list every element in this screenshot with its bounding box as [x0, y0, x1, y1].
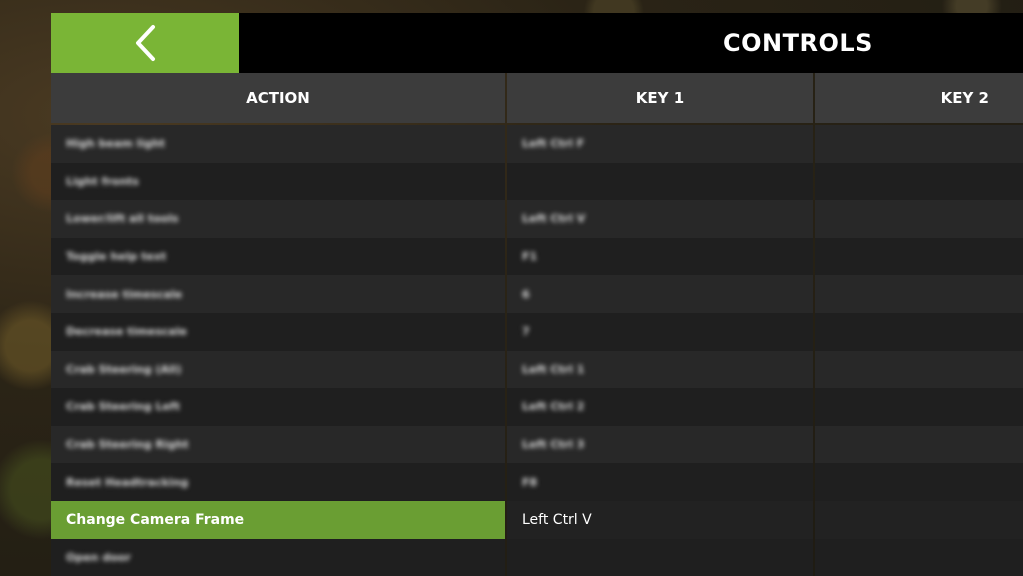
table-row[interactable]: Light fronts: [51, 162, 1023, 201]
page-title: CONTROLS: [723, 29, 873, 57]
key1-cell[interactable]: [507, 538, 813, 576]
key2-cell[interactable]: [815, 125, 1023, 163]
key2-cell[interactable]: [815, 425, 1023, 464]
action-cell[interactable]: Decrease timescale: [51, 312, 505, 351]
column-header-action: ACTION: [51, 73, 505, 123]
key1-cell[interactable]: F1: [507, 237, 813, 276]
key2-cell[interactable]: [815, 162, 1023, 201]
key1-label: Left Ctrl 2: [522, 400, 585, 414]
column-header-key2: KEY 2: [815, 73, 1023, 123]
action-label: Lower/lift all tools: [66, 212, 179, 226]
action-label: Light fronts: [66, 174, 139, 188]
key1-label: F8: [522, 475, 538, 489]
chevron-left-icon: [136, 25, 155, 61]
key2-cell[interactable]: [815, 237, 1023, 276]
action-cell[interactable]: Crab Steering Right: [51, 425, 505, 464]
action-cell[interactable]: Crab Steering (All): [51, 350, 505, 389]
table-row[interactable]: Lower/lift all tools Left Ctrl V: [51, 200, 1023, 238]
key1-cell[interactable]: 7: [507, 312, 813, 351]
action-cell[interactable]: Light fronts: [51, 162, 505, 201]
action-label: Crab Steering Left: [66, 400, 180, 414]
action-label: Toggle help text: [66, 250, 167, 264]
table-row[interactable]: Decrease timescale 7: [51, 312, 1023, 351]
action-label: Change Camera Frame: [66, 511, 245, 528]
action-cell[interactable]: Toggle help text: [51, 237, 505, 276]
key2-cell[interactable]: [815, 350, 1023, 389]
table-row[interactable]: Increase timescale 6: [51, 275, 1023, 313]
table-row[interactable]: Crab Steering Left Left Ctrl 2: [51, 388, 1023, 426]
action-cell[interactable]: Increase timescale: [51, 275, 505, 313]
action-label: Crab Steering (All): [66, 362, 182, 376]
action-label: Reset Headtracking: [66, 475, 189, 489]
key1-cell[interactable]: Left Ctrl V: [507, 500, 813, 539]
action-cell[interactable]: Reset Headtracking: [51, 463, 505, 501]
action-cell[interactable]: Open door: [51, 538, 505, 576]
action-label: High beam light: [66, 137, 166, 151]
key2-cell[interactable]: [815, 200, 1023, 238]
table-row[interactable]: Crab Steering Right Left Ctrl 3: [51, 425, 1023, 464]
top-bar: CONTROLS: [51, 13, 1023, 73]
key2-cell[interactable]: [815, 275, 1023, 313]
key1-label: 7: [522, 325, 530, 339]
table-row[interactable]: High beam light Left Ctrl F: [51, 125, 1023, 163]
key1-label: F1: [522, 250, 538, 264]
key2-cell[interactable]: [815, 463, 1023, 501]
action-label: Increase timescale: [66, 287, 183, 301]
key2-cell[interactable]: [815, 388, 1023, 426]
key1-cell[interactable]: Left Ctrl F: [507, 125, 813, 163]
key2-cell[interactable]: [815, 538, 1023, 576]
table-header: ACTION KEY 1 KEY 2: [51, 73, 1023, 123]
key1-label: Left Ctrl 3: [522, 438, 585, 452]
action-cell[interactable]: Lower/lift all tools: [51, 200, 505, 238]
controls-panel: CONTROLS ACTION KEY 1 KEY 2 High beam li…: [51, 13, 1023, 576]
back-button[interactable]: [51, 13, 239, 73]
key2-cell[interactable]: [815, 312, 1023, 351]
key1-label: 6: [522, 287, 530, 301]
key1-label: Left Ctrl V: [522, 212, 586, 226]
key1-label: Left Ctrl 1: [522, 362, 585, 376]
key1-cell[interactable]: Left Ctrl 3: [507, 425, 813, 464]
table-row[interactable]: Reset Headtracking F8: [51, 463, 1023, 501]
key1-cell[interactable]: 6: [507, 275, 813, 313]
table-row-selected[interactable]: Change Camera Frame Left Ctrl V: [51, 500, 1023, 539]
controls-table: High beam light Left Ctrl F Light fronts…: [51, 125, 1023, 576]
key2-cell[interactable]: [815, 500, 1023, 539]
column-header-key1: KEY 1: [507, 73, 813, 123]
key1-cell[interactable]: [507, 162, 813, 201]
key1-cell[interactable]: Left Ctrl V: [507, 200, 813, 238]
table-row[interactable]: Open door: [51, 538, 1023, 576]
action-cell[interactable]: Change Camera Frame: [51, 500, 505, 539]
key1-label: Left Ctrl V: [522, 511, 592, 528]
action-label: Open door: [66, 550, 131, 564]
key1-cell[interactable]: F8: [507, 463, 813, 501]
action-cell[interactable]: High beam light: [51, 125, 505, 163]
table-row[interactable]: Crab Steering (All) Left Ctrl 1: [51, 350, 1023, 389]
action-cell[interactable]: Crab Steering Left: [51, 388, 505, 426]
action-label: Decrease timescale: [66, 325, 187, 339]
action-label: Crab Steering Right: [66, 438, 189, 452]
table-row[interactable]: Toggle help text F1: [51, 237, 1023, 276]
key1-label: Left Ctrl F: [522, 137, 585, 151]
key1-cell[interactable]: Left Ctrl 1: [507, 350, 813, 389]
key1-cell[interactable]: Left Ctrl 2: [507, 388, 813, 426]
